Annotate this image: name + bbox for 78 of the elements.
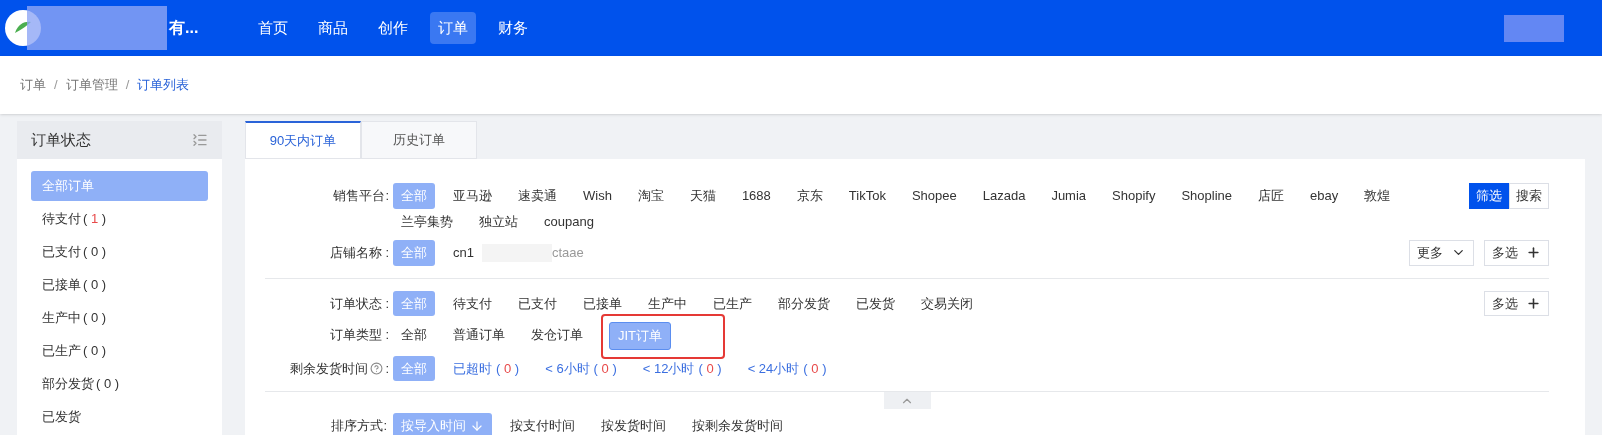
redacted-block [1504, 14, 1564, 42]
breadcrumb-separator: / [125, 76, 130, 95]
filter-option[interactable]: 生产中 [640, 290, 695, 316]
help-icon[interactable] [370, 361, 384, 375]
filter-option[interactable]: 天猫 [681, 183, 724, 209]
filter-option[interactable]: 普通订单 [445, 322, 513, 348]
store-name[interactable]: cn1 [445, 240, 482, 266]
filter-option[interactable]: 发仓订单 [523, 322, 591, 348]
filter-label: 订单类型 : [329, 326, 389, 344]
filter-option[interactable]: 已发货 [848, 290, 903, 316]
plus-icon [1526, 295, 1541, 311]
filter-option[interactable]: 店匠 [1250, 183, 1293, 209]
filter-option[interactable]: 敦煌 [1356, 183, 1399, 209]
filter-option[interactable]: 已支付 [510, 290, 565, 316]
sidebar-title: 订单状态 [31, 129, 91, 150]
filter-option[interactable]: 1688 [733, 183, 779, 209]
filter-option[interactable]: 待支付 [445, 290, 500, 316]
filter-option[interactable]: 已接单 [575, 290, 630, 316]
sidebar-item[interactable]: 部分发货( 0 ) [31, 369, 208, 399]
filter-option[interactable]: Shopee [903, 183, 965, 209]
plus-icon [1526, 245, 1541, 261]
nav-item[interactable]: 商品 [310, 11, 357, 45]
filter-option[interactable]: Shopline [1173, 183, 1241, 209]
nav-item[interactable]: 订单 [430, 11, 477, 45]
filter-option[interactable]: 已超时 ( 0 ) [445, 355, 528, 381]
breadcrumb-link[interactable]: 订单管理 [65, 75, 118, 95]
sidebar-item[interactable]: 待支付( 1 ) [31, 204, 208, 234]
filter-option[interactable]: 亚马逊 [445, 183, 500, 209]
filter-option[interactable]: 已生产 [705, 290, 760, 316]
filter-option[interactable]: 独立站 [471, 208, 526, 234]
filter-option[interactable]: 按支付时间 [502, 413, 583, 435]
filter-label: 订单状态 : [329, 294, 389, 313]
filter-option[interactable]: coupang [536, 208, 602, 234]
sidebar-item[interactable]: 已接单( 0 ) [31, 270, 208, 300]
sidebar-item[interactable]: 已发货 [31, 402, 208, 432]
filter-option[interactable]: ebay [1302, 183, 1347, 209]
filter-option[interactable]: 京东 [788, 183, 831, 209]
filter-option[interactable]: < 12小时 ( 0 ) [634, 355, 730, 381]
filter-colon: : [385, 359, 389, 378]
filter-option[interactable]: Jumia [1043, 183, 1095, 209]
filter-option[interactable]: 速卖通 [510, 183, 565, 209]
filter-option[interactable]: 部分发货 [770, 290, 838, 316]
sidebar-item[interactable]: 生产中( 0 ) [31, 303, 208, 333]
filter-option[interactable]: < 6小时 ( 0 ) [537, 355, 625, 381]
filter-label: 销售平台: [333, 187, 389, 205]
filter-option[interactable]: Shopify [1104, 183, 1164, 209]
filter-option[interactable]: 交易关闭 [913, 290, 981, 316]
filter-option[interactable]: 淘宝 [629, 183, 672, 209]
filter-option[interactable]: 全部 [393, 322, 435, 348]
breadcrumb-link[interactable]: 订单 [20, 75, 46, 95]
filter-option[interactable]: Wish [575, 183, 620, 209]
multi-select-button[interactable]: 多选 [1484, 290, 1549, 316]
filter-option[interactable]: < 24小时 ( 0 ) [739, 355, 835, 381]
store-name-suffix: ctaae [551, 244, 584, 262]
more-dropdown[interactable]: 更多 [1409, 240, 1474, 266]
filter-option[interactable]: 兰亭集势 [393, 208, 461, 234]
view-toggle[interactable]: 筛选 [1469, 183, 1509, 209]
nav-item[interactable]: 首页 [250, 11, 297, 45]
tab[interactable]: 90天内订单 [245, 121, 361, 159]
tab[interactable]: 历史订单 [361, 121, 477, 159]
filter-option[interactable]: TikTok [840, 183, 894, 209]
filter-label: 剩余发货时间 [290, 359, 369, 378]
collapse-button[interactable] [883, 392, 931, 409]
filter-label: 店铺名称 : [329, 244, 389, 262]
nav-item[interactable]: 创作 [370, 11, 417, 45]
filter-option[interactable]: 按剩余发货时间 [684, 413, 791, 435]
breadcrumb-link[interactable]: 订单列表 [137, 75, 190, 95]
filter-option[interactable]: Lazada [974, 183, 1034, 209]
view-toggle[interactable]: 搜索 [1509, 183, 1549, 209]
filter-option[interactable]: 按发货时间 [593, 413, 674, 435]
sidebar-item[interactable]: 已生产( 0 ) [31, 336, 208, 366]
multi-select-button[interactable]: 多选 [1484, 240, 1549, 266]
brand-name: 有... [169, 18, 199, 38]
collapse-icon[interactable] [192, 132, 208, 148]
breadcrumb-separator: / [54, 76, 58, 95]
filter-label: 排序方式: [330, 417, 388, 435]
nav-item[interactable]: 财务 [490, 11, 537, 45]
sidebar-item[interactable]: 已支付( 0 ) [31, 237, 208, 267]
